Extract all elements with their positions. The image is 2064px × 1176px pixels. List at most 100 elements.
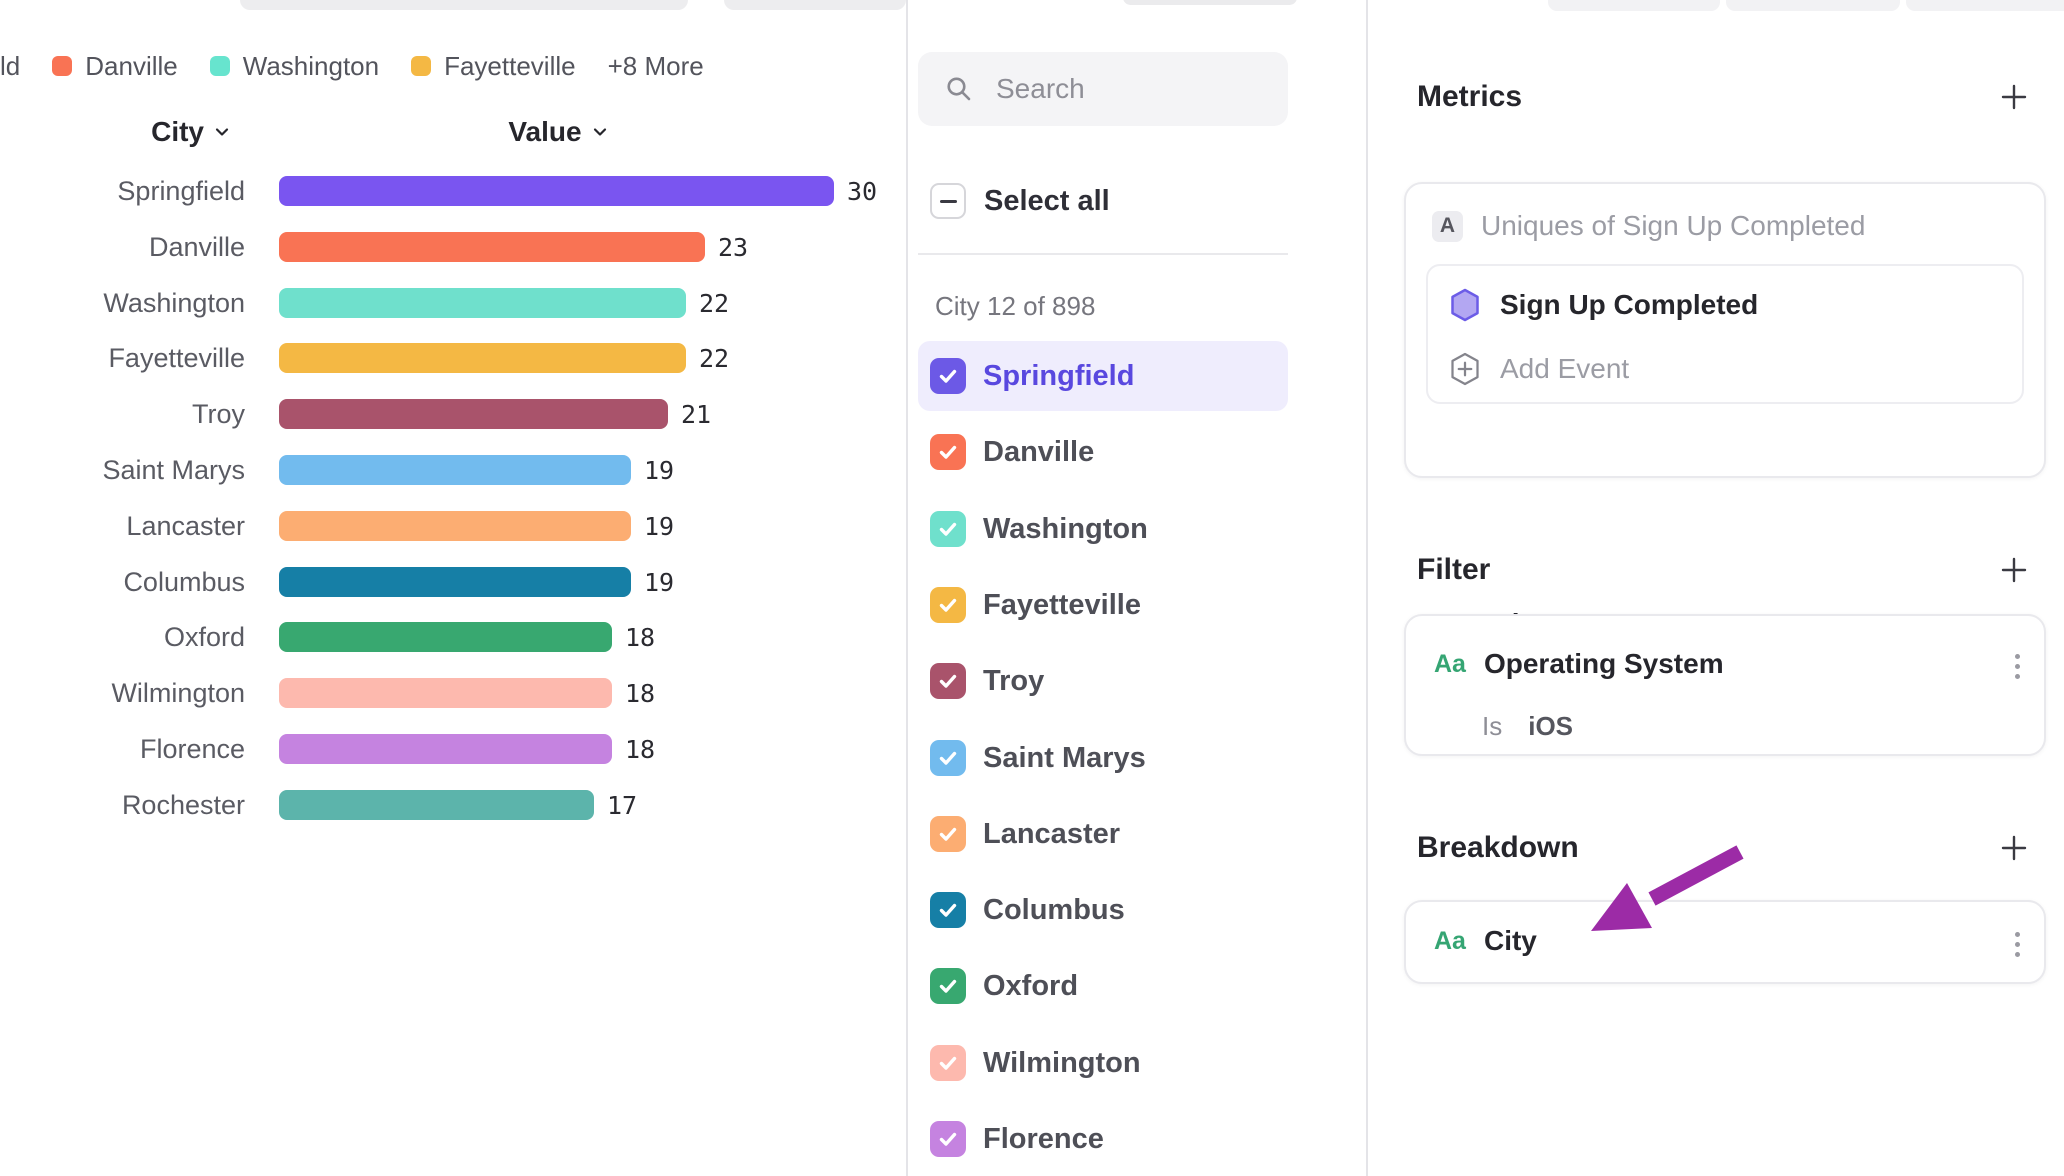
city-checkbox[interactable] [930,1121,966,1157]
add-event-row[interactable]: Add Event [1450,352,1629,386]
bar-category-label: Danville [0,232,245,262]
filter-kebab-menu[interactable] [1999,644,2035,688]
search-input-box[interactable] [918,52,1288,126]
city-label: Fayetteville [983,589,1141,622]
bar[interactable] [279,567,631,597]
bar-value-label: 22 [699,343,729,373]
event-card: Sign Up Completed Add Event [1426,264,2024,404]
city-checkbox[interactable] [930,740,966,776]
city-list-item[interactable]: Fayetteville [918,570,1288,640]
bar-value-label: 19 [644,455,674,485]
column-header-city[interactable]: City [0,117,232,147]
bar[interactable] [279,288,686,318]
bar[interactable] [279,790,594,820]
select-all-label: Select all [984,185,1110,218]
bar-value-label: 22 [699,288,729,318]
search-input[interactable] [994,72,1258,106]
city-list-item[interactable]: Lancaster [918,799,1288,869]
city-checkbox[interactable] [930,1045,966,1081]
breakdown-property-row[interactable]: Aa City [1434,925,1537,957]
city-checkbox[interactable] [930,816,966,852]
metrics-section-title: Metrics [1417,80,1522,114]
city-label: Troy [983,665,1044,698]
breakdown-kebab-menu[interactable] [1999,922,2035,966]
bar-category-label: Florence [0,734,245,764]
city-label: Lancaster [983,818,1120,851]
filter-condition-row: Is iOS [1482,711,1573,742]
city-checkbox[interactable] [930,358,966,394]
city-checkbox[interactable] [930,663,966,699]
city-list-item[interactable]: Columbus [918,875,1288,945]
filter-value[interactable]: iOS [1528,711,1573,742]
bar[interactable] [279,232,705,262]
search-icon [944,74,974,104]
bar[interactable] [279,455,631,485]
filter-operator[interactable]: Is [1482,711,1502,742]
city-checkbox[interactable] [930,434,966,470]
bar[interactable] [279,622,612,652]
bar[interactable] [279,343,686,373]
city-checkbox[interactable] [930,587,966,623]
bar[interactable] [279,399,668,429]
column-header-value[interactable]: Value [489,117,629,147]
bar[interactable] [279,176,834,206]
bar-value-label: 23 [718,232,748,262]
bar-value-label: 30 [847,176,877,206]
city-checkbox[interactable] [930,892,966,928]
bar[interactable] [279,678,612,708]
bar-category-label: Troy [0,399,245,429]
city-label: Danville [983,436,1094,469]
city-list-item[interactable]: Springfield [918,341,1288,411]
cutoff-tab-segment [1726,0,1900,11]
city-list-item[interactable]: Washington [918,494,1288,564]
check-icon [936,440,960,464]
city-list-item[interactable]: Wilmington [918,1028,1288,1098]
add-metric-button[interactable] [1999,82,2029,112]
city-list-item[interactable]: Florence [918,1104,1288,1174]
check-icon [936,974,960,998]
legend-item[interactable]: Danville [52,51,178,82]
legend-more-label[interactable]: +8 More [608,51,704,82]
bar[interactable] [279,734,612,764]
event-row[interactable]: Sign Up Completed [1450,288,1758,322]
cutoff-tab-segment [1548,0,1720,11]
check-icon [936,822,960,846]
city-list-item[interactable]: Troy [918,646,1288,716]
city-checkbox[interactable] [930,511,966,547]
list-divider [918,253,1288,255]
filter-property-row[interactable]: Aa Operating System [1434,648,1724,680]
legend-item[interactable]: Washington [210,51,379,82]
check-icon [936,593,960,617]
filter-property-name: Operating System [1484,648,1724,680]
legend-swatch [411,56,431,76]
city-label: Washington [983,513,1148,546]
legend-item-partial[interactable]: ld [0,51,20,82]
bar[interactable] [279,511,631,541]
city-list-item[interactable]: Danville [918,417,1288,487]
metric-card: A Uniques of Sign Up Completed Sign Up C… [1404,182,2046,478]
column-header-city-label: City [151,116,204,148]
bar-value-label: 18 [625,734,655,764]
check-icon [936,1051,960,1075]
legend-label: Danville [85,51,178,82]
select-all-checkbox[interactable] [930,183,966,219]
city-label: Springfield [983,360,1134,393]
city-list-item[interactable]: Saint Marys [918,723,1288,793]
breakdown-card: Aa City [1404,900,2046,984]
add-breakdown-button[interactable] [1999,833,2029,863]
city-count-label: City 12 of 898 [935,292,1095,320]
panel-divider [906,0,908,1176]
breakdown-property-name: City [1484,925,1537,957]
bar-category-label: Columbus [0,567,245,597]
add-filter-button[interactable] [1999,555,2029,585]
bar-value-label: 19 [644,567,674,597]
add-event-label: Add Event [1500,353,1629,385]
string-type-icon: Aa [1434,650,1466,679]
city-list-item[interactable]: Oxford [918,951,1288,1021]
city-checkbox[interactable] [930,968,966,1004]
metric-header[interactable]: A Uniques of Sign Up Completed [1432,210,1865,242]
select-all-row[interactable]: Select all [918,166,1288,236]
city-label: Saint Marys [983,742,1146,775]
legend-item[interactable]: Fayetteville [411,51,576,82]
event-hexagon-icon [1450,288,1480,322]
